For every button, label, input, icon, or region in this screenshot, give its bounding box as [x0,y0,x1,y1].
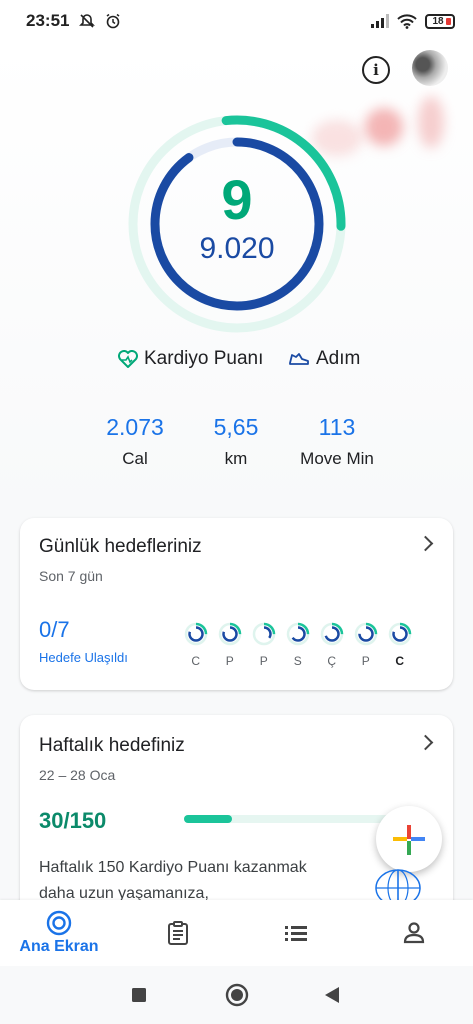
battery-icon: 18 [425,13,455,29]
back-icon[interactable] [324,986,340,1004]
stat-move-minutes: 113 Move Min [277,414,397,469]
legend-cardio: Kardiyo Puanı [118,348,263,370]
day-progress-ring [252,622,276,646]
day-ring-4: Ç [320,622,344,668]
day-progress-ring [388,622,412,646]
day-progress-ring [184,622,208,646]
nav-journal[interactable] [156,900,200,966]
nav-profile[interactable] [392,900,436,966]
home-circle-icon[interactable] [225,983,249,1007]
daily-achieved-value: 0/7 [39,617,70,642]
day-ring-0: C [184,622,208,668]
stat-label: Move Min [300,449,374,468]
day-ring-2: P [252,622,276,668]
day-label: P [225,654,235,668]
stat-value: 113 [318,414,356,440]
status-bar: 23:51 18 [0,0,473,42]
day-label: P [361,654,371,668]
day-label: C [395,654,405,668]
legend-cardio-label: Kardiyo Puanı [144,348,264,369]
nav-browse[interactable] [274,900,318,966]
daily-achieved-label: Hedefe Ulaşıldı [39,650,128,665]
day-ring-3: S [286,622,310,668]
nav-home[interactable]: Ana Ekran [16,900,102,966]
no-alarm-icon [79,14,96,28]
chevron-right-icon [417,734,434,751]
add-button[interactable] [376,806,442,872]
summary-area: i 9 9.020 Kardiyo Puanı Adım 2.073 Cal 5… [0,42,473,512]
day-progress-ring [286,622,310,646]
info-icon[interactable]: i [362,56,390,84]
daily-card-title: Günlük hedefleriniz [39,536,202,557]
browse-icon [285,926,307,941]
status-time: 23:51 [26,11,70,30]
decorative-blur [418,96,444,148]
heart-icon [118,350,138,368]
nav-home-label: Ana Ekran [19,938,99,955]
daily-days-row: CPPSÇPC [184,622,412,668]
day-label: S [293,654,303,668]
shoe-icon [289,353,309,365]
journal-icon [168,921,188,945]
battery-level: 18 [432,15,444,27]
weekly-progress-value: 30/150 [39,808,107,833]
day-ring-1: P [218,622,242,668]
day-ring-6: C [388,622,412,668]
recents-icon[interactable] [131,987,147,1003]
wifi-icon [397,13,417,29]
system-navigation [0,966,473,1024]
legend-steps-label: Adım [316,348,361,369]
profile-icon [403,922,425,944]
decorative-blur [365,108,403,146]
day-label: C [191,654,201,668]
chevron-right-icon [417,535,434,552]
avatar[interactable] [412,50,448,86]
home-icon [46,910,72,936]
weekly-card-title: Haftalık hedefiniz [39,735,185,756]
weekly-progress-fill [184,815,232,823]
day-progress-ring [218,622,242,646]
weekly-date-range: 22 – 28 Oca [39,767,116,783]
add-icon [393,825,425,855]
steps-value: 9.020 [199,232,275,265]
day-progress-ring [354,622,378,646]
day-label: Ç [327,654,337,668]
daily-card-subtitle: Son 7 gün [39,568,103,584]
day-ring-5: P [354,622,378,668]
bottom-navigation: Ana Ekran [0,900,473,966]
day-progress-ring [320,622,344,646]
alarm-icon [107,13,120,29]
daily-goals-card[interactable]: Günlük hedefleriniz Son 7 gün 0/7 Hedefe… [20,518,453,690]
day-label: P [259,654,269,668]
cardio-points-value: 9 [221,168,253,231]
signal-icon [371,14,389,28]
legend-steps: Adım [288,348,360,370]
